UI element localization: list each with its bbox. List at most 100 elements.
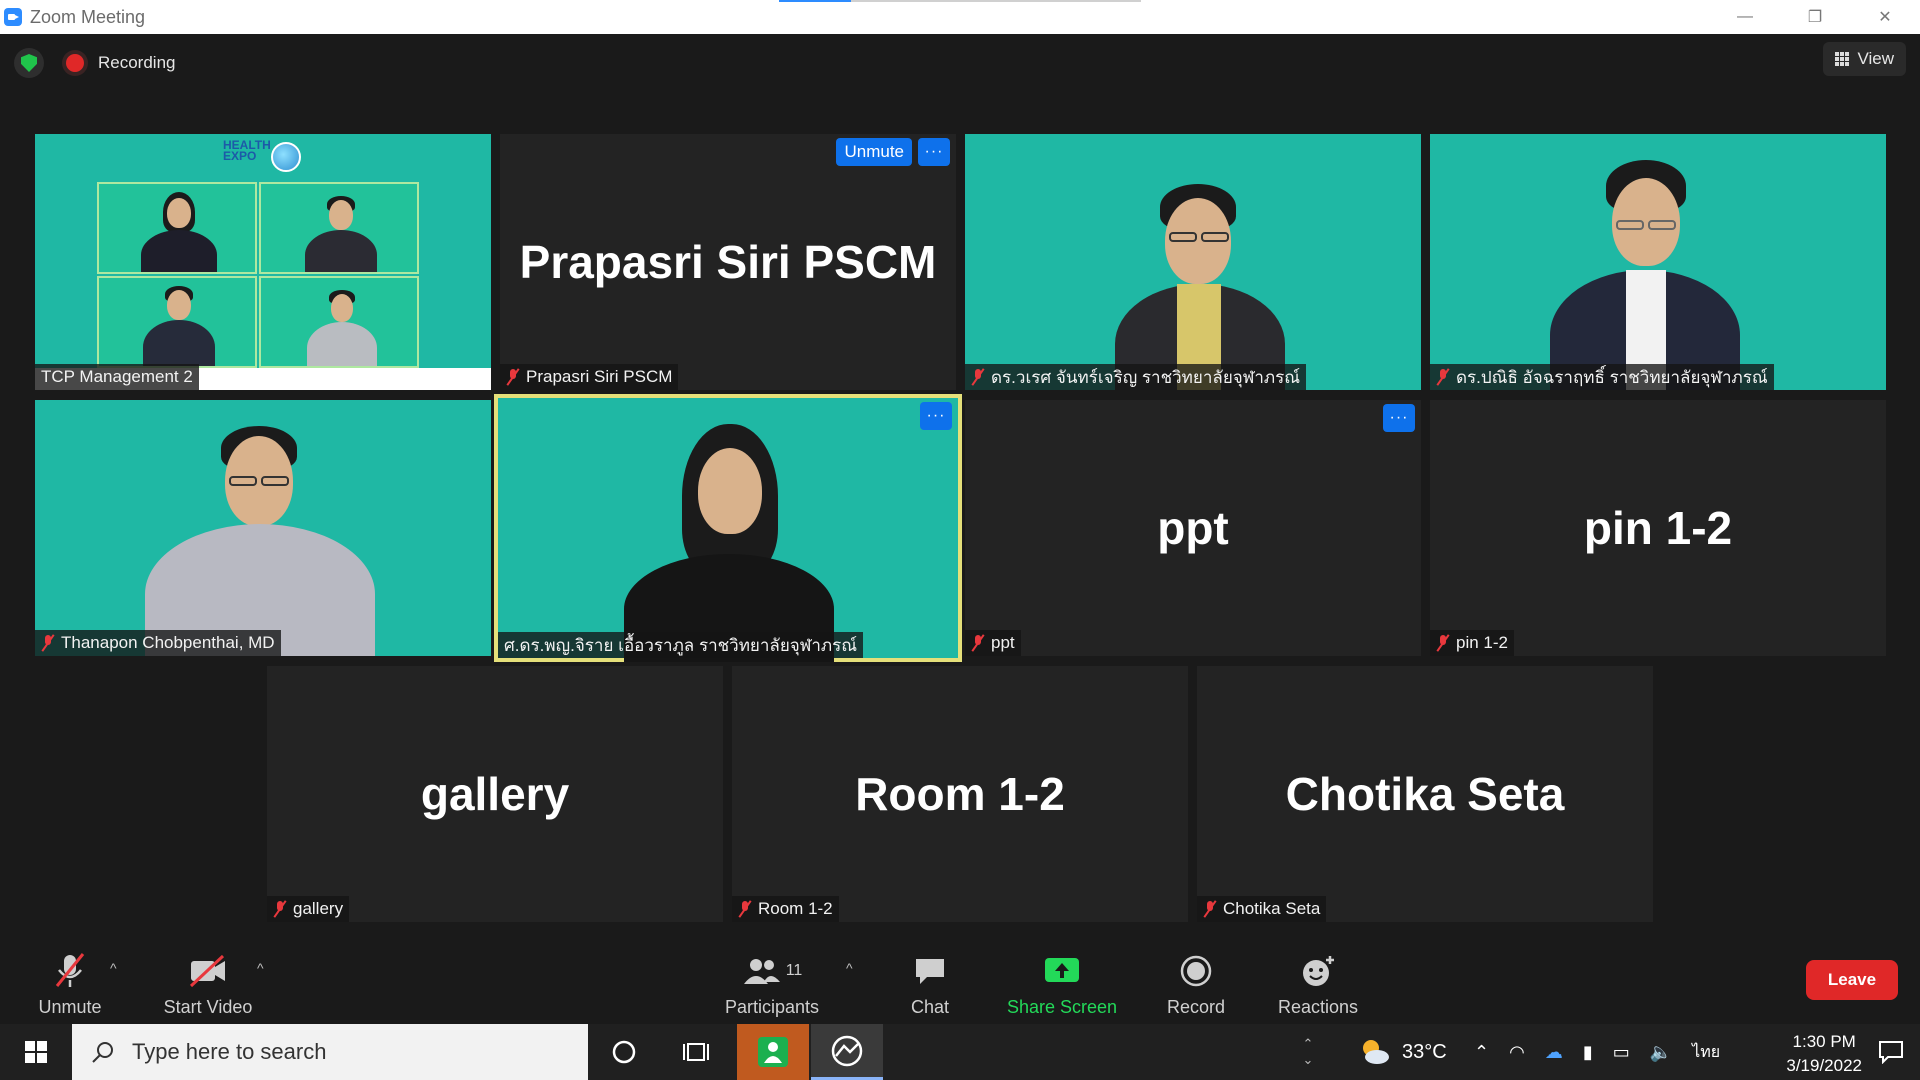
participant-big-name: ppt (1157, 502, 1229, 554)
recording-label[interactable]: Recording (98, 53, 176, 73)
video-tile-room[interactable]: Room 1-2 Room 1-2 (732, 666, 1188, 922)
mini-tile (259, 182, 419, 274)
network-icon[interactable]: ◠ (1509, 1042, 1525, 1063)
participant-name-tag: ดร.ปณิธิ อัจฉราฤทธิ์ ราชวิทยาลัยจุฬาภรณ์ (1430, 364, 1774, 390)
participants-icon: 11 (742, 951, 803, 991)
onedrive-cloud-icon[interactable]: ☁ (1545, 1042, 1563, 1063)
view-button[interactable]: View (1823, 42, 1906, 76)
tray-scroll[interactable]: ⌃ ⌄ (1296, 1024, 1320, 1080)
video-tile-active-speaker[interactable]: ··· ศ.ดร.พญ.จิราย เอื้อวราภูล ราชวิทยาลั… (494, 394, 962, 662)
participants-button[interactable]: 11 Participants (722, 942, 822, 1024)
zoom-taskbar-icon (831, 1035, 863, 1066)
reactions-button[interactable]: Reactions (1270, 942, 1366, 1024)
video-tile-pin[interactable]: pin 1-2 pin 1-2 (1430, 400, 1886, 656)
title-bar: Zoom Meeting — ❐ ✕ (0, 0, 1920, 34)
mic-muted-icon (41, 634, 55, 652)
task-view-icon (683, 1043, 709, 1061)
taskbar-app-contacts[interactable] (737, 1024, 809, 1080)
clock-date: 3/19/2022 (1786, 1056, 1862, 1075)
video-tile-tcp-management[interactable]: HEALTH EXPO TCP Management 2 (35, 134, 491, 390)
meeting-area: Recording View HEALTH EXPO TCP Managemen… (0, 34, 1920, 1024)
restore-button[interactable]: ❐ (1780, 0, 1850, 34)
mic-muted-icon (971, 634, 985, 652)
mini-tile (259, 276, 419, 368)
ask-unmute-button[interactable]: Unmute (836, 138, 912, 166)
taskbar-search-box[interactable]: Type here to search (72, 1024, 588, 1080)
chat-button[interactable]: Chat (895, 942, 965, 1024)
participants-label: Participants (724, 997, 820, 1017)
taskbar-clock[interactable]: 1:30 PM 3/19/2022 (1786, 1030, 1862, 1078)
share-screen-button[interactable]: Share Screen (1002, 942, 1122, 1024)
system-tray-icons: ⌃ ◠ ☁ ▮ ▭ 🔈 ไทย (1474, 1024, 1720, 1080)
microphone-icon[interactable]: ▮ (1583, 1042, 1593, 1063)
taskbar-app-zoom[interactable] (811, 1024, 883, 1080)
start-button[interactable] (0, 1024, 72, 1080)
record-label: Record (1166, 997, 1226, 1017)
more-options-button[interactable]: ··· (1383, 404, 1415, 432)
participants-count: 11 (785, 962, 803, 979)
cortana-button[interactable] (588, 1024, 660, 1080)
mic-muted-icon (506, 368, 520, 386)
search-placeholder: Type here to search (132, 1039, 327, 1064)
close-button[interactable]: ✕ (1850, 0, 1920, 34)
chat-label: Chat (910, 997, 950, 1017)
title-progress-bar (779, 0, 1141, 2)
record-button[interactable]: Record (1158, 942, 1234, 1024)
participant-name-tag: Thanapon Chobpenthai, MD (35, 630, 281, 656)
minimize-button[interactable]: — (1710, 0, 1780, 34)
participant-name-tag: TCP Management 2 (35, 364, 199, 390)
participants-options-caret[interactable]: ^ (846, 960, 853, 976)
cortana-circle-icon (612, 1040, 636, 1064)
record-icon (1179, 951, 1213, 991)
health-expo-logo: HEALTH EXPO (223, 138, 271, 163)
more-options-button[interactable]: ··· (920, 402, 952, 430)
participant-big-name: pin 1-2 (1583, 502, 1733, 554)
volume-icon[interactable]: 🔈 (1650, 1042, 1672, 1063)
chevron-up-icon[interactable]: ⌃ (1474, 1042, 1489, 1063)
video-options-caret[interactable]: ^ (257, 960, 264, 976)
mini-tile (97, 182, 257, 274)
participant-big-name: gallery (420, 768, 570, 820)
start-video-button[interactable]: Start Video (158, 942, 258, 1024)
chat-icon (913, 951, 947, 991)
leave-button[interactable]: Leave (1806, 960, 1898, 1000)
battery-icon[interactable]: ▭ (1613, 1042, 1630, 1063)
video-tile-waret[interactable]: ดร.วเรศ จันทร์เจริญ ราชวิทยาลัยจุฬาภรณ์ (965, 134, 1421, 390)
participant-name-tag: ดร.วเรศ จันทร์เจริญ ราชวิทยาลัยจุฬาภรณ์ (965, 364, 1307, 390)
video-tile-ppt[interactable]: ppt ··· ppt (965, 400, 1421, 656)
windows-taskbar: Type here to search ⌃ ⌄ 33°C ⌃ ◠ ☁ ▮ ▭ 🔈 … (0, 1024, 1920, 1080)
participant-name-tag: Room 1-2 (732, 896, 839, 922)
notifications-button[interactable] (1878, 1024, 1904, 1080)
security-shield-icon[interactable] (14, 48, 44, 78)
mic-muted-icon (971, 368, 985, 386)
participant-name-tag: gallery (267, 896, 350, 922)
share-screen-icon (1043, 951, 1081, 991)
weather-widget[interactable]: 33°C (1358, 1024, 1447, 1080)
contacts-app-icon (758, 1037, 788, 1067)
notification-icon (1879, 1041, 1903, 1064)
mic-muted-icon (1436, 368, 1450, 386)
audio-options-caret[interactable]: ^ (110, 960, 117, 976)
zoom-app-icon (4, 8, 22, 26)
unmute-button[interactable]: Unmute (30, 942, 110, 1024)
participant-name-tag: Prapasri Siri PSCM (500, 364, 679, 390)
view-label: View (1857, 49, 1894, 68)
participant-big-name: Room 1-2 (855, 768, 1065, 820)
video-tile-gallery[interactable]: gallery gallery (267, 666, 723, 922)
video-tile-chotika[interactable]: Chotika Seta Chotika Seta (1197, 666, 1653, 922)
window-title: Zoom Meeting (30, 6, 146, 27)
task-view-button[interactable] (660, 1024, 732, 1080)
window-controls: — ❐ ✕ (1710, 0, 1920, 34)
more-options-button[interactable]: ··· (918, 138, 950, 166)
mic-muted-icon (1436, 634, 1450, 652)
mic-muted-icon (53, 951, 87, 991)
video-tile-thanapon[interactable]: Thanapon Chobpenthai, MD (35, 400, 491, 656)
start-video-label: Start Video (163, 997, 253, 1017)
video-tile-prapasri[interactable]: Prapasri Siri PSCM Unmute ··· Prapasri S… (500, 134, 956, 390)
participant-name-tag: ppt (965, 630, 1021, 656)
mic-muted-icon (273, 900, 287, 918)
language-indicator[interactable]: ไทย (1692, 1040, 1720, 1065)
reactions-label: Reactions (1277, 997, 1359, 1017)
participant-big-name: Chotika Seta (1285, 768, 1565, 820)
video-tile-panithi[interactable]: ดร.ปณิธิ อัจฉราฤทธิ์ ราชวิทยาลัยจุฬาภรณ์ (1430, 134, 1886, 390)
